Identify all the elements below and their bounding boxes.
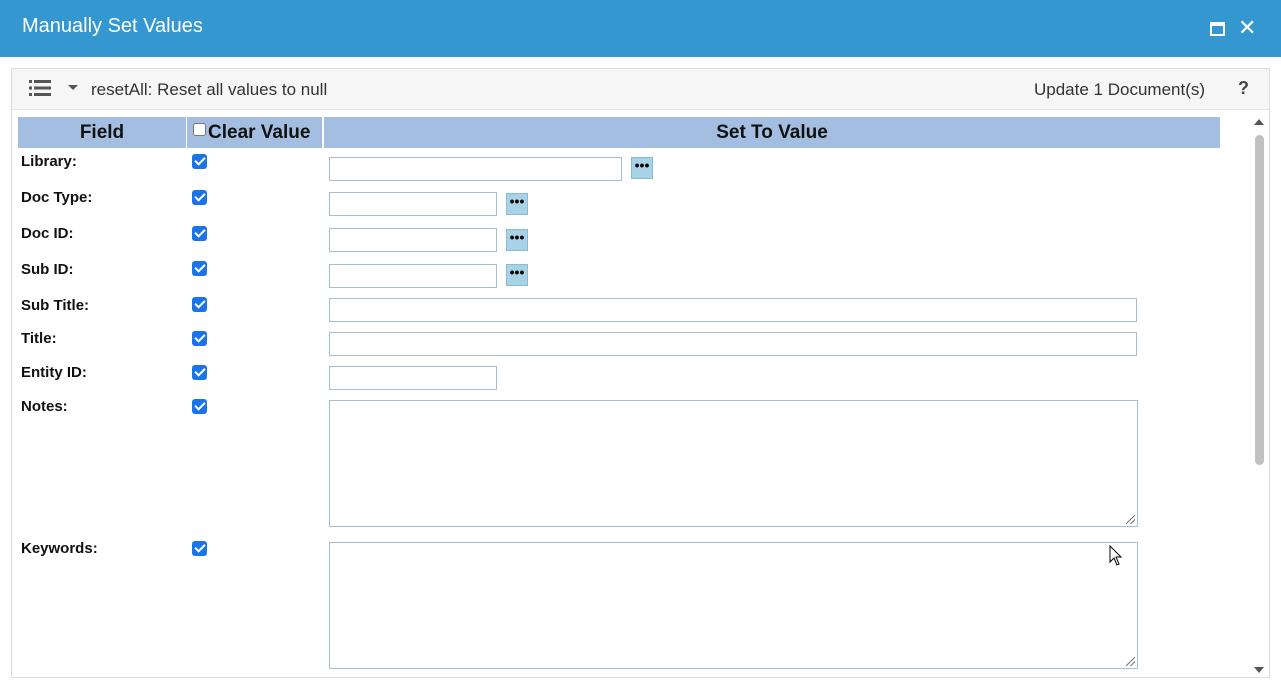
field-label-sub-id: Sub ID: (21, 261, 74, 278)
field-label-entity-id: Entity ID: (21, 364, 87, 381)
clear-checkbox-doc-type[interactable] (192, 190, 207, 205)
close-icon[interactable]: ✕ (1238, 17, 1256, 39)
resize-grip-icon[interactable] (1126, 657, 1135, 666)
doc-type-lookup-button[interactable]: ••• (506, 193, 528, 215)
dialog-panel: resetAll: Reset all values to null Updat… (11, 68, 1270, 678)
caret-down-icon[interactable] (68, 85, 78, 90)
field-label-title: Title: (21, 330, 57, 347)
scroll-up-icon[interactable] (1254, 119, 1264, 125)
toolbar: resetAll: Reset all values to null Updat… (12, 69, 1269, 110)
field-label-doc-type: Doc Type: (21, 189, 93, 206)
clear-checkbox-notes[interactable] (192, 399, 207, 414)
help-icon[interactable]: ? (1238, 78, 1249, 99)
doc-id-lookup-button[interactable]: ••• (506, 229, 528, 251)
clear-checkbox-library[interactable] (192, 154, 207, 169)
header-set-to-value: Set To Value (324, 117, 1220, 148)
field-label-doc-id: Doc ID: (21, 225, 74, 242)
clear-checkbox-title[interactable] (192, 331, 207, 346)
clear-checkbox-entity-id[interactable] (192, 365, 207, 380)
sub-id-input[interactable] (329, 264, 497, 288)
field-label-library: Library: (21, 153, 77, 170)
field-label-sub-title: Sub Title: (21, 297, 90, 314)
library-input[interactable] (329, 157, 622, 181)
notes-textarea[interactable] (329, 400, 1138, 527)
window-title: Manually Set Values (22, 15, 203, 37)
clear-all-checkbox[interactable] (193, 123, 206, 136)
field-label-keywords: Keywords: (21, 540, 98, 557)
scroll-down-icon[interactable] (1254, 667, 1264, 673)
sub-id-lookup-button[interactable]: ••• (506, 264, 528, 286)
mouse-cursor-icon (1109, 545, 1123, 566)
entity-id-input[interactable] (329, 366, 497, 390)
doc-id-input[interactable] (329, 228, 497, 252)
header-field: Field (18, 117, 186, 148)
vertical-scrollbar[interactable] (1252, 117, 1266, 675)
keywords-textarea[interactable] (329, 542, 1138, 669)
update-documents-button[interactable]: Update 1 Document(s) (1034, 80, 1205, 100)
header-clear-value-label: Clear Value (208, 122, 311, 143)
clear-checkbox-keywords[interactable] (192, 541, 207, 556)
header-clear-value: Clear Value (187, 117, 322, 148)
sub-title-input[interactable] (329, 298, 1137, 322)
clear-checkbox-doc-id[interactable] (192, 226, 207, 241)
resize-grip-icon[interactable] (1126, 515, 1135, 524)
clear-checkbox-sub-id[interactable] (192, 261, 207, 276)
title-input[interactable] (329, 332, 1137, 356)
maximize-icon[interactable] (1210, 22, 1225, 36)
action-label[interactable]: resetAll: Reset all values to null (91, 80, 327, 100)
list-icon[interactable] (29, 80, 51, 96)
field-label-notes: Notes: (21, 398, 68, 415)
library-lookup-button[interactable]: ••• (631, 157, 653, 179)
title-bar: Manually Set Values ✕ (0, 0, 1281, 57)
doc-type-input[interactable] (329, 192, 497, 216)
clear-checkbox-sub-title[interactable] (192, 297, 207, 312)
scrollbar-thumb[interactable] (1255, 135, 1264, 465)
